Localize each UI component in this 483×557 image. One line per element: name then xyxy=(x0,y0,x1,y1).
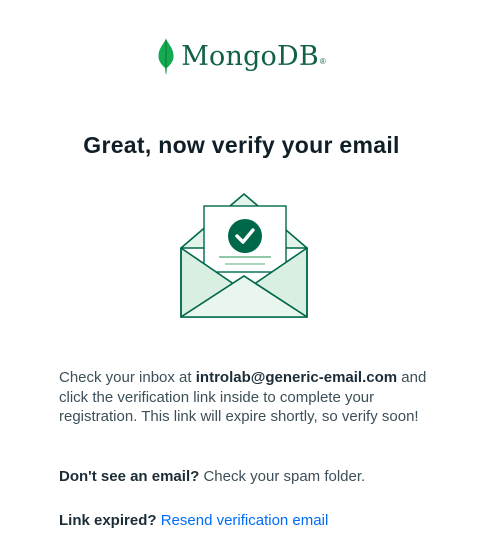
resend-verification-link[interactable]: Resend verification email xyxy=(161,512,329,529)
brand-name: MongoDB xyxy=(181,40,319,72)
spam-hint-text: Check your spam folder. xyxy=(199,468,366,485)
email-address: introlab@generic-email.com xyxy=(195,369,398,386)
verification-instructions: Check your inbox at introlab@generic-ema… xyxy=(59,368,444,427)
page-title: Great, now verify your email xyxy=(83,132,400,158)
expired-question: Link expired? xyxy=(59,512,157,529)
registered-mark: ® xyxy=(319,57,326,66)
envelope-check-icon xyxy=(180,193,308,318)
checkmark-icon xyxy=(228,219,262,253)
mongodb-leaf-icon xyxy=(158,38,174,74)
spam-hint: Don't see an email? Check your spam fold… xyxy=(59,467,444,487)
instructions-prefix: Check your inbox at xyxy=(59,369,196,386)
spam-question: Don't see an email? xyxy=(59,468,200,485)
mongodb-logo: MongoDB ® xyxy=(0,38,483,74)
link-expired-row: Link expired? Resend verification email xyxy=(59,511,444,531)
